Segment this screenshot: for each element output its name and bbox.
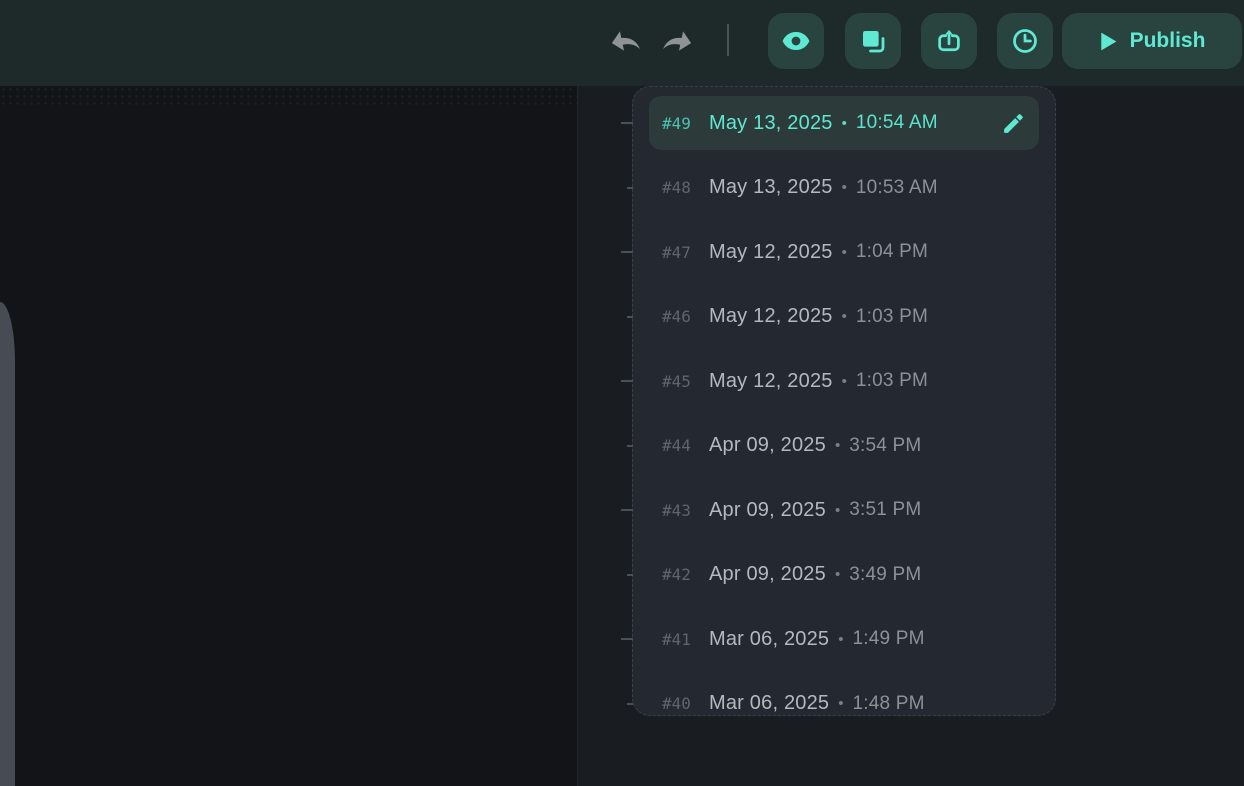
version-time: 1:48 PM — [853, 693, 925, 715]
version-row[interactable]: #43 Apr 09, 2025 • 3:51 PM — [649, 483, 1039, 537]
share-button[interactable] — [921, 13, 977, 69]
version-date: May 13, 2025 — [709, 112, 833, 135]
version-date: Apr 09, 2025 — [709, 563, 826, 586]
version-number: #44 — [662, 436, 709, 455]
version-time: 1:04 PM — [856, 241, 928, 263]
separator-dot: • — [835, 437, 840, 454]
separator-dot: • — [842, 373, 847, 390]
history-button[interactable] — [997, 13, 1053, 69]
version-date: May 12, 2025 — [709, 305, 833, 328]
version-date: Mar 06, 2025 — [709, 628, 829, 651]
history-clock-icon — [1010, 26, 1040, 56]
version-number: #42 — [662, 565, 709, 584]
version-date: Mar 06, 2025 — [709, 692, 829, 715]
version-row[interactable]: #41 Mar 06, 2025 • 1:49 PM — [649, 612, 1039, 666]
version-history-panel: #49 May 13, 2025 • 10:54 AM #48 May 13, … — [632, 86, 1056, 716]
undo-button[interactable] — [606, 22, 642, 58]
separator-dot: • — [838, 695, 843, 712]
version-time: 1:49 PM — [853, 628, 925, 650]
separator-dot: • — [835, 502, 840, 519]
separator-dot: • — [842, 115, 847, 132]
version-number: #41 — [662, 630, 709, 649]
version-number: #46 — [662, 307, 709, 326]
version-number: #47 — [662, 243, 709, 262]
version-row[interactable]: #40 Mar 06, 2025 • 1:48 PM — [649, 677, 1039, 717]
toolbar-divider — [727, 24, 729, 56]
version-time: 3:49 PM — [849, 564, 921, 586]
play-icon — [1099, 31, 1118, 52]
version-number: #45 — [662, 372, 709, 391]
edit-pencil-icon[interactable] — [1001, 111, 1026, 136]
version-row[interactable]: #45 May 12, 2025 • 1:03 PM — [649, 354, 1039, 408]
version-time: 3:54 PM — [849, 435, 921, 457]
version-row[interactable]: #48 May 13, 2025 • 10:53 AM — [649, 161, 1039, 215]
version-date: Apr 09, 2025 — [709, 434, 826, 457]
preview-button[interactable] — [768, 13, 824, 69]
version-row[interactable]: #42 Apr 09, 2025 • 3:49 PM — [649, 548, 1039, 602]
version-row[interactable]: #46 May 12, 2025 • 1:03 PM — [649, 290, 1039, 344]
version-date: Apr 09, 2025 — [709, 499, 826, 522]
duplicate-button[interactable] — [845, 13, 901, 69]
editor-canvas — [0, 86, 577, 786]
version-date: May 13, 2025 — [709, 176, 833, 199]
separator-dot: • — [835, 566, 840, 583]
version-number: #43 — [662, 501, 709, 520]
version-number: #48 — [662, 178, 709, 197]
undo-icon — [606, 23, 642, 58]
preview-eye-icon — [781, 26, 811, 56]
version-time: 1:03 PM — [856, 306, 928, 328]
version-time: 1:03 PM — [856, 370, 928, 392]
redo-icon — [660, 23, 696, 58]
version-time: 10:53 AM — [856, 177, 938, 199]
version-time: 10:54 AM — [856, 112, 938, 134]
version-row[interactable]: #44 Apr 09, 2025 • 3:54 PM — [649, 419, 1039, 473]
version-number: #49 — [662, 114, 709, 133]
version-date: May 12, 2025 — [709, 370, 833, 393]
version-time: 3:51 PM — [849, 499, 921, 521]
redo-button[interactable] — [660, 22, 696, 58]
separator-dot: • — [842, 244, 847, 261]
top-toolbar: Publish — [0, 0, 1244, 86]
separator-dot: • — [838, 631, 843, 648]
publish-label: Publish — [1130, 29, 1206, 53]
version-date: May 12, 2025 — [709, 241, 833, 264]
version-number: #40 — [662, 694, 709, 713]
duplicate-icon — [858, 26, 888, 56]
publish-button[interactable]: Publish — [1062, 13, 1242, 69]
version-row[interactable]: #47 May 12, 2025 • 1:04 PM — [649, 225, 1039, 279]
separator-dot: • — [842, 308, 847, 325]
share-icon — [934, 26, 964, 56]
separator-dot: • — [842, 179, 847, 196]
version-row[interactable]: #49 May 13, 2025 • 10:54 AM — [649, 96, 1039, 150]
canvas-frame-edge — [0, 302, 15, 786]
